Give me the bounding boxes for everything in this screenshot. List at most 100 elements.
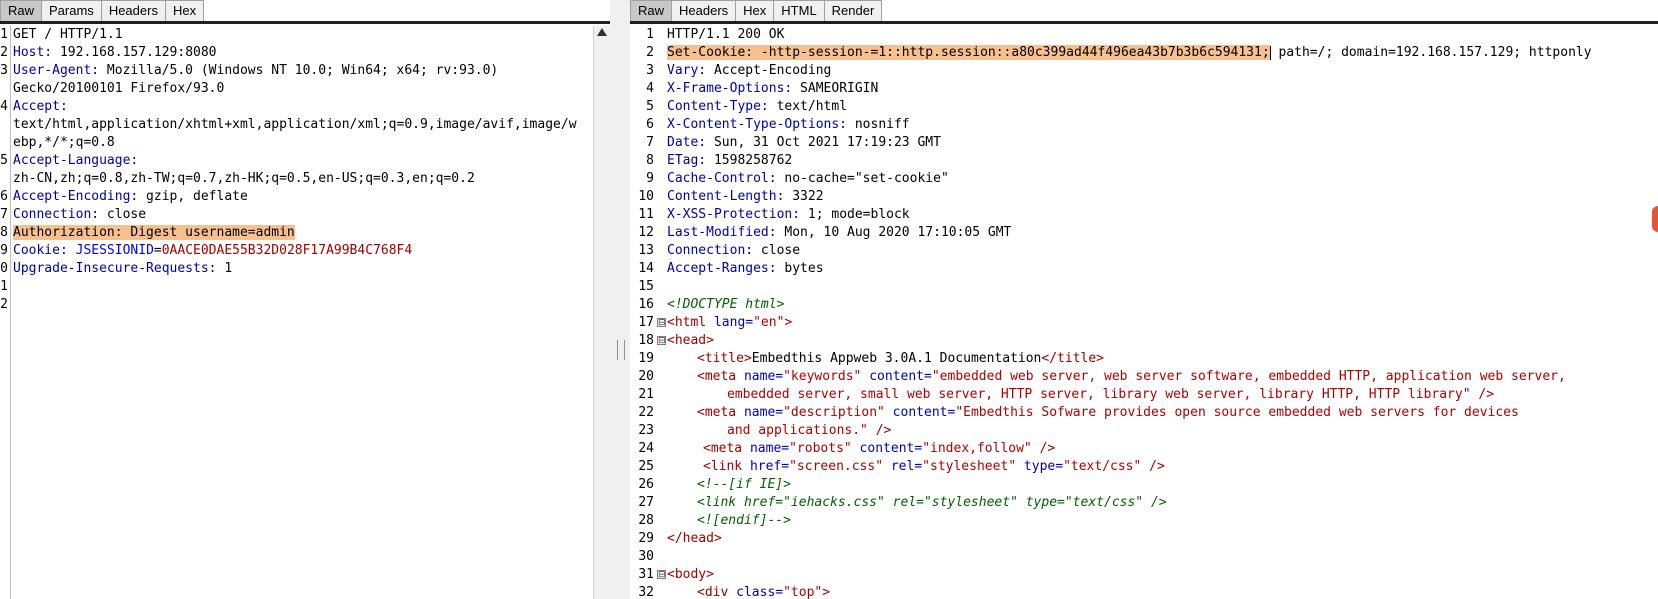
- header-name: Content-Type:: [667, 99, 769, 114]
- tab-render[interactable]: Render: [823, 0, 883, 21]
- response-line: Vary: Accept-Encoding: [667, 62, 1592, 80]
- attr-name: content=: [861, 369, 932, 384]
- response-line: Content-Type: text/html: [667, 98, 1592, 116]
- edge-orange-icon: [1652, 206, 1658, 232]
- attr-value: and applications.": [727, 423, 868, 438]
- tab-hex[interactable]: Hex: [164, 0, 205, 21]
- header-name: ETag:: [667, 153, 707, 168]
- header-name: Accept-Language:: [13, 153, 139, 168]
- pane-divider[interactable]: [610, 0, 630, 599]
- request-line-text: GET / HTTP/1.1: [13, 27, 123, 42]
- attr-name: class=: [736, 585, 784, 599]
- response-line: X-Content-Type-Options: nosniff: [667, 116, 1592, 134]
- response-pane: Raw Headers Hex HTML Render 1 2 3 4 5 6 7 8 9 10 1…: [630, 0, 1658, 599]
- highlighted-set-cookie[interactable]: Set-Cookie: -http-session-=1::http.sessi…: [667, 45, 1270, 60]
- fold-toggle-icon[interactable]: ⊟: [657, 570, 666, 580]
- header-name: X-Content-Type-Options:: [667, 117, 848, 132]
- line-number: 6: [0, 189, 8, 204]
- line-number: 14: [638, 261, 654, 276]
- header-name: User-Agent:: [13, 63, 100, 78]
- response-line: Cache-Control: no-cache="set-cookie": [667, 170, 1592, 188]
- request-line: Authorization: Digest username=admin: [13, 224, 577, 242]
- header-value: no-cache="set-cookie": [776, 171, 949, 186]
- request-tabs: Raw Params Headers Hex: [0, 0, 205, 22]
- tag: <meta: [697, 369, 744, 384]
- attr-name: content=: [884, 405, 956, 420]
- header-value: 3322: [784, 189, 824, 204]
- tag: <meta: [703, 441, 750, 456]
- tab-underline: [0, 21, 610, 24]
- response-line: X-Frame-Options: SAMEORIGIN: [667, 80, 1592, 98]
- comment: <link href="iehacks.css" rel="stylesheet…: [697, 495, 1167, 510]
- tag: >: [822, 585, 831, 599]
- line-number: 25: [638, 459, 654, 474]
- tag: >: [784, 315, 793, 330]
- line-number: 2: [0, 297, 8, 312]
- cookie-equals: =: [153, 243, 162, 258]
- attr-value: "en": [753, 315, 785, 330]
- line-number-gutter: 1 2 3 4 5 6 7 8 9 0 1 2: [0, 26, 8, 599]
- response-editor[interactable]: 1 2 3 4 5 6 7 8 9 10 11 12 13 14 15 16 17 ⊟ 18 ⊟ 19 20 21 22 23 2…: [630, 26, 1658, 599]
- line-number: 13: [638, 243, 654, 258]
- fold-toggle-icon[interactable]: ⊟: [657, 336, 666, 346]
- tab-raw[interactable]: Raw: [0, 0, 43, 21]
- tag: <div: [697, 585, 737, 599]
- header-value: path=/; domain=192.168.157.129; httponly: [1270, 45, 1592, 60]
- header-value: 192.168.157.129:8080: [52, 45, 217, 60]
- header-name: Accept-Ranges:: [667, 261, 777, 276]
- attr-value: "top": [783, 585, 823, 599]
- divider-grip-icon[interactable]: [617, 340, 625, 360]
- line-number: 8: [646, 153, 654, 168]
- tab-params[interactable]: Params: [41, 0, 102, 21]
- request-line: text/html,application/xhtml+xml,applicat…: [13, 116, 577, 134]
- header-value: text/html: [768, 99, 848, 114]
- attr-name: name=: [749, 441, 790, 456]
- line-number: 2: [646, 45, 654, 60]
- line-number: 7: [0, 207, 8, 222]
- line-number: 19: [638, 351, 654, 366]
- highlighted-authorization[interactable]: Authorization: Digest username=admin: [13, 225, 295, 240]
- line-number: 31 ⊟: [638, 567, 666, 582]
- tab-headers[interactable]: Headers: [100, 0, 166, 21]
- response-line: <!DOCTYPE html>: [667, 296, 1592, 314]
- response-tabs: Raw Headers Hex HTML Render: [630, 0, 883, 22]
- response-line: and applications." />: [667, 422, 1592, 440]
- line-number: 15: [638, 279, 654, 294]
- header-value: zh-CN,zh;q=0.8,zh-TW;q=0.7,zh-HK;q=0.5,e…: [13, 171, 475, 186]
- request-line: Accept:: [13, 98, 577, 116]
- tag: />: [1470, 387, 1495, 402]
- tab-html[interactable]: HTML: [773, 0, 825, 21]
- response-line: X-XSS-Protection: 1; mode=block: [667, 206, 1592, 224]
- fold-toggle-icon[interactable]: ⊟: [657, 318, 666, 328]
- response-line: embedded server, small web server, HTTP …: [667, 386, 1592, 404]
- header-value: close: [99, 207, 147, 222]
- header-name: Last-Modified:: [667, 225, 777, 240]
- response-line: <head>: [667, 332, 1592, 350]
- header-name: Content-Length:: [667, 189, 785, 204]
- response-line: <!--[if IE]>: [667, 476, 1592, 494]
- line-number: 3: [0, 63, 8, 78]
- tab-headers[interactable]: Headers: [671, 0, 737, 21]
- header-value: SAMEORIGIN: [792, 81, 879, 96]
- response-line: Accept-Ranges: bytes: [667, 260, 1592, 278]
- comment: <!--[if IE]>: [697, 477, 791, 492]
- response-line: Set-Cookie: -http-session-=1::http.sessi…: [667, 44, 1592, 62]
- request-line: Accept-Language:: [13, 152, 577, 170]
- line-number: 7: [646, 135, 654, 150]
- line-number: 26: [638, 477, 654, 492]
- tab-hex[interactable]: Hex: [735, 0, 775, 21]
- request-editor[interactable]: 1 2 3 4 5 6 7 8 9 0 1 2 GET / HTTP/1.1 H…: [0, 26, 610, 599]
- response-line: <link href="iehacks.css" rel="stylesheet…: [667, 494, 1592, 512]
- tab-raw[interactable]: Raw: [630, 0, 673, 21]
- header-name: X-Frame-Options:: [667, 81, 793, 96]
- attr-name: content=: [851, 441, 923, 456]
- response-line: <meta name="keywords" content="embedded …: [667, 368, 1592, 386]
- request-line: Host: 192.168.157.129:8080: [13, 44, 577, 62]
- cookie-value: 0AACE0DAE55B32D028F17A99B4C768F4: [161, 243, 413, 258]
- request-scrollbar[interactable]: [593, 26, 610, 599]
- scroll-up-arrow-icon[interactable]: [597, 28, 607, 36]
- line-number: 9: [646, 171, 654, 186]
- line-number: 27: [638, 495, 654, 510]
- attr-value: "stylesheet": [922, 459, 1017, 474]
- attr-value: "description": [783, 405, 885, 420]
